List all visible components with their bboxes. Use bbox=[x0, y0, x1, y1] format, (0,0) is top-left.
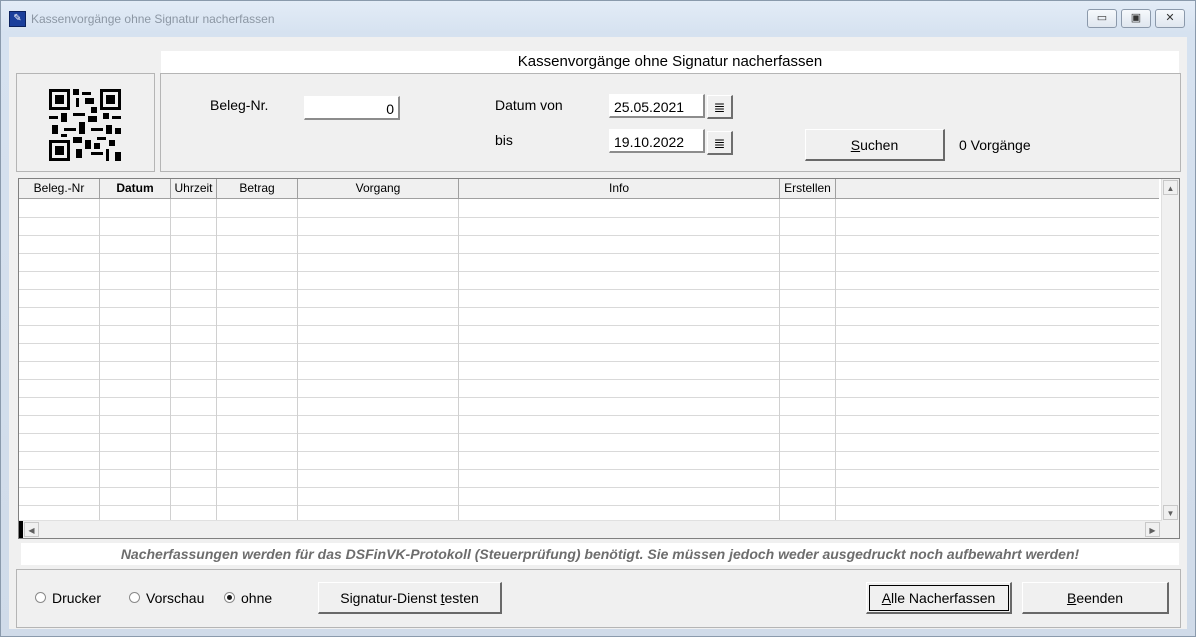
button-label: esten bbox=[444, 590, 479, 606]
radio-label: ohne bbox=[241, 590, 273, 606]
close-button[interactable]: ✕ bbox=[1155, 9, 1185, 28]
column-header[interactable]: Uhrzeit bbox=[171, 179, 217, 198]
capture-all-button[interactable]: Alle Nacherfassen bbox=[866, 582, 1012, 614]
app-window: ✎ Kassenvorgänge ohne Signatur nacherfas… bbox=[0, 0, 1196, 637]
radio-icon bbox=[35, 591, 46, 603]
row-separator bbox=[19, 253, 1159, 254]
radio-selected-icon bbox=[224, 591, 235, 603]
row-separator bbox=[19, 487, 1159, 488]
scroll-up-icon[interactable]: ▲ bbox=[1163, 180, 1178, 195]
calendar-icon[interactable]: ≣ bbox=[707, 95, 733, 119]
column-separator bbox=[170, 199, 171, 521]
button-mnemonic: A bbox=[881, 590, 892, 606]
row-separator bbox=[19, 379, 1159, 380]
row-separator bbox=[19, 289, 1159, 290]
button-label: eenden bbox=[1076, 590, 1124, 606]
table-header: Beleg.-Nr Datum Uhrzeit Betrag Vorgang I… bbox=[19, 179, 1159, 199]
datum-von-label: Datum von bbox=[495, 97, 563, 113]
row-separator bbox=[19, 271, 1159, 272]
radio-label: Vorschau bbox=[146, 590, 205, 606]
row-separator bbox=[19, 307, 1159, 308]
column-separator bbox=[216, 199, 217, 521]
qr-code-icon bbox=[49, 89, 121, 161]
row-separator bbox=[19, 343, 1159, 344]
button-label: Signatur-Dienst bbox=[340, 590, 441, 606]
info-notice: Nacherfassungen werden für das DSFinVK-P… bbox=[21, 543, 1179, 565]
exit-button[interactable]: Beenden bbox=[1022, 582, 1169, 614]
beleg-nr-input[interactable]: 0 bbox=[304, 96, 400, 120]
app-icon: ✎ bbox=[9, 11, 26, 27]
column-header[interactable]: Datum bbox=[100, 179, 171, 198]
radio-label: Drucker bbox=[52, 590, 102, 606]
column-separator bbox=[779, 199, 780, 521]
window-title: Kassenvorgänge ohne Signatur nacherfasse… bbox=[31, 12, 275, 26]
qr-panel bbox=[16, 73, 155, 172]
column-header[interactable]: Info bbox=[459, 179, 780, 198]
button-label: lle Nacherfassen bbox=[891, 590, 996, 606]
search-button-label: uchen bbox=[860, 137, 899, 153]
row-separator bbox=[19, 397, 1159, 398]
client-area: Kassenvorgänge ohne Signatur nacherfasse… bbox=[9, 37, 1187, 629]
button-mnemonic: B bbox=[1066, 590, 1077, 606]
title-bar: ✎ Kassenvorgänge ohne Signatur nacherfas… bbox=[1, 1, 1195, 35]
row-separator bbox=[19, 451, 1159, 452]
column-header[interactable]: Betrag bbox=[217, 179, 298, 198]
vertical-scrollbar[interactable]: ▲ ▼ bbox=[1161, 179, 1179, 521]
horizontal-scrollbar[interactable]: ◀ ▶ bbox=[19, 520, 1161, 538]
row-separator bbox=[19, 433, 1159, 434]
column-separator bbox=[458, 199, 459, 521]
radio-icon bbox=[129, 591, 140, 603]
row-indicator bbox=[19, 521, 23, 538]
row-separator bbox=[19, 235, 1159, 236]
scroll-right-icon[interactable]: ▶ bbox=[1145, 522, 1160, 537]
row-separator bbox=[19, 415, 1159, 416]
beleg-nr-label: Beleg-Nr. bbox=[210, 97, 269, 113]
page-title: Kassenvorgänge ohne Signatur nacherfasse… bbox=[161, 51, 1179, 73]
column-separator bbox=[99, 199, 100, 521]
column-header[interactable]: Erstellen bbox=[780, 179, 836, 198]
radio-vorschau[interactable]: Vorschau bbox=[129, 590, 204, 606]
row-separator bbox=[19, 505, 1159, 506]
minimize-button[interactable]: ▭ bbox=[1087, 9, 1117, 28]
test-signature-service-button[interactable]: Signatur-Dienst testen bbox=[318, 582, 502, 614]
row-separator bbox=[19, 361, 1159, 362]
search-panel: Beleg-Nr. 0 Datum von 25.05.2021 ≣ bis 1… bbox=[160, 73, 1181, 172]
calendar-icon[interactable]: ≣ bbox=[707, 131, 733, 155]
row-separator bbox=[19, 469, 1159, 470]
bis-input[interactable]: 19.10.2022 bbox=[609, 129, 705, 153]
search-button[interactable]: Suchen bbox=[805, 129, 945, 161]
results-table[interactable]: Beleg.-Nr Datum Uhrzeit Betrag Vorgang I… bbox=[18, 178, 1180, 539]
scroll-down-icon[interactable]: ▼ bbox=[1163, 505, 1178, 520]
scrollbar-corner bbox=[1161, 521, 1179, 538]
action-panel: Drucker Vorschau ohne Signatur-Dienst te… bbox=[16, 569, 1181, 628]
column-header[interactable]: Beleg.-Nr bbox=[19, 179, 100, 198]
row-separator bbox=[19, 217, 1159, 218]
radio-drucker[interactable]: Drucker bbox=[35, 590, 101, 606]
datum-von-input[interactable]: 25.05.2021 bbox=[609, 94, 705, 118]
scroll-left-icon[interactable]: ◀ bbox=[24, 522, 39, 537]
search-button-mnemonic: S bbox=[850, 137, 861, 153]
result-count: 0 Vorgänge bbox=[959, 137, 1031, 153]
row-separator bbox=[19, 325, 1159, 326]
maximize-button[interactable]: ▣ bbox=[1121, 9, 1151, 28]
column-separator bbox=[297, 199, 298, 521]
column-header[interactable]: Vorgang bbox=[298, 179, 459, 198]
column-separator bbox=[835, 199, 836, 521]
bis-label: bis bbox=[495, 132, 513, 148]
radio-ohne[interactable]: ohne bbox=[224, 590, 272, 606]
